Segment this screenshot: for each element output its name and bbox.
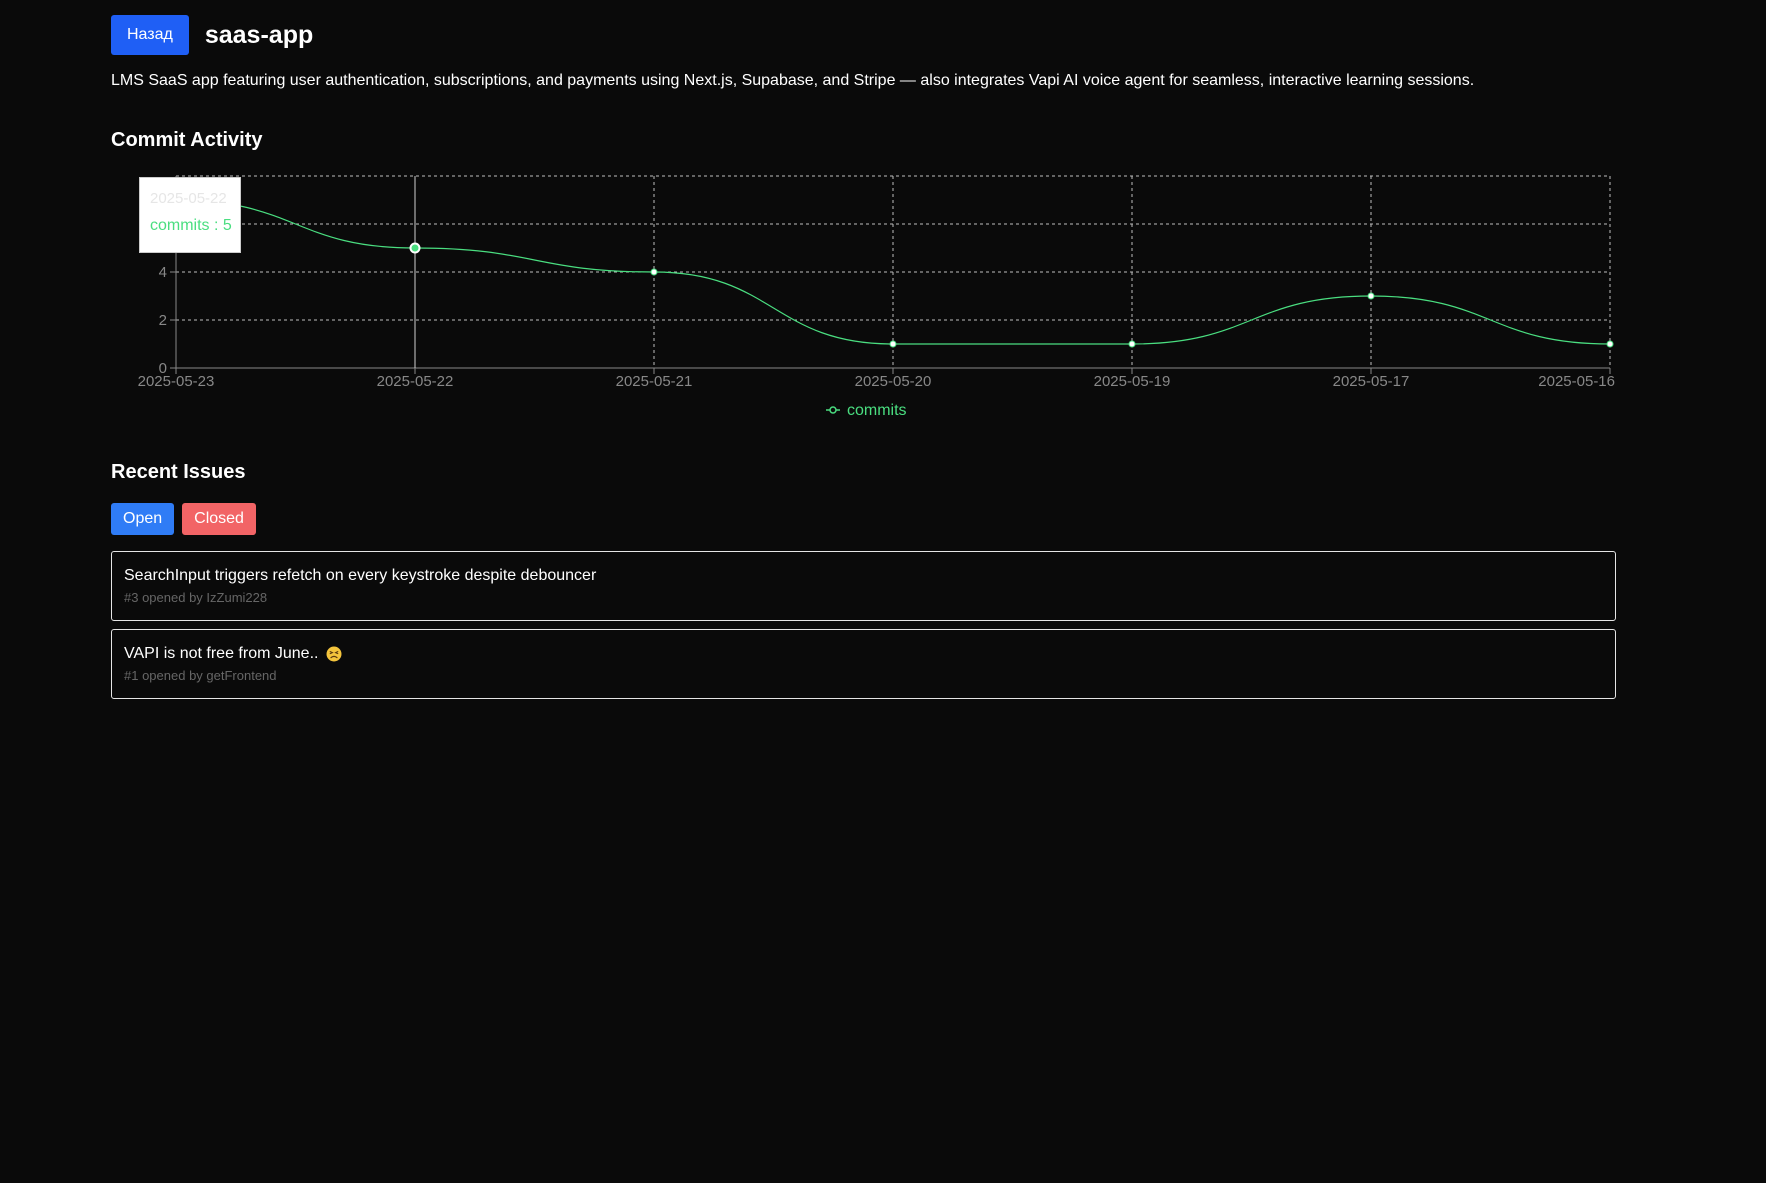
- x-tick-label: 2025-05-20: [855, 373, 932, 390]
- y-tick-label: 2: [159, 312, 167, 329]
- chart-tooltip: 2025-05-22 commits : 5: [139, 177, 241, 253]
- commits-data-point: [1367, 292, 1375, 300]
- filter-closed-button[interactable]: Closed: [182, 503, 256, 535]
- issue-title-row: VAPI is not free from June..: [124, 644, 1603, 664]
- x-tick-label: 2025-05-17: [1333, 373, 1410, 390]
- commits-data-point: [1606, 340, 1614, 348]
- x-tick-label: 2025-05-21: [616, 373, 693, 390]
- commits-data-point: [409, 242, 421, 254]
- commits-data-point: [889, 340, 897, 348]
- issue-title-row: SearchInput triggers refetch on every ke…: [124, 566, 1603, 586]
- commit-activity-chart[interactable]: 0242025-05-23 2025-05-22 2025-05-21 2025-05…: [0, 0, 1766, 440]
- x-tick-label: 2025-05-23: [138, 373, 215, 390]
- legend-label: commits: [847, 402, 907, 419]
- persevering-face-icon: [326, 646, 342, 662]
- issue-title: SearchInput triggers refetch on every ke…: [124, 567, 597, 584]
- issue-meta: #1 opened by getFrontend: [124, 668, 277, 683]
- issue-title: VAPI is not free from June..: [124, 645, 319, 662]
- x-tick-label: 2025-05-22: [377, 373, 454, 390]
- x-tick-label: 2025-05-16: [1538, 373, 1615, 390]
- issue-card[interactable]: SearchInput triggers refetch on every ke…: [111, 551, 1616, 621]
- commits-data-point: [1128, 340, 1136, 348]
- filter-open-button[interactable]: Open: [111, 503, 175, 535]
- tooltip-label: 2025-05-22: [150, 190, 227, 207]
- recent-issues-title: Recent Issues: [111, 461, 246, 483]
- issue-list: SearchInput triggers refetch on every ke…: [111, 551, 1616, 707]
- commits-data-point: [650, 268, 658, 276]
- y-tick-label: 4: [159, 264, 167, 281]
- legend-marker-icon: [829, 406, 837, 414]
- issue-meta: #3 opened by IzZumi228: [124, 590, 268, 605]
- tooltip-value: commits : 5: [150, 217, 232, 234]
- page: Назад saas-app LMS SaaS app featuring us…: [0, 0, 1766, 1183]
- x-tick-label: 2025-05-19: [1094, 373, 1171, 390]
- issue-card[interactable]: VAPI is not free from June.. #1 opened b…: [111, 629, 1616, 699]
- issue-filters: Open Closed: [111, 503, 256, 535]
